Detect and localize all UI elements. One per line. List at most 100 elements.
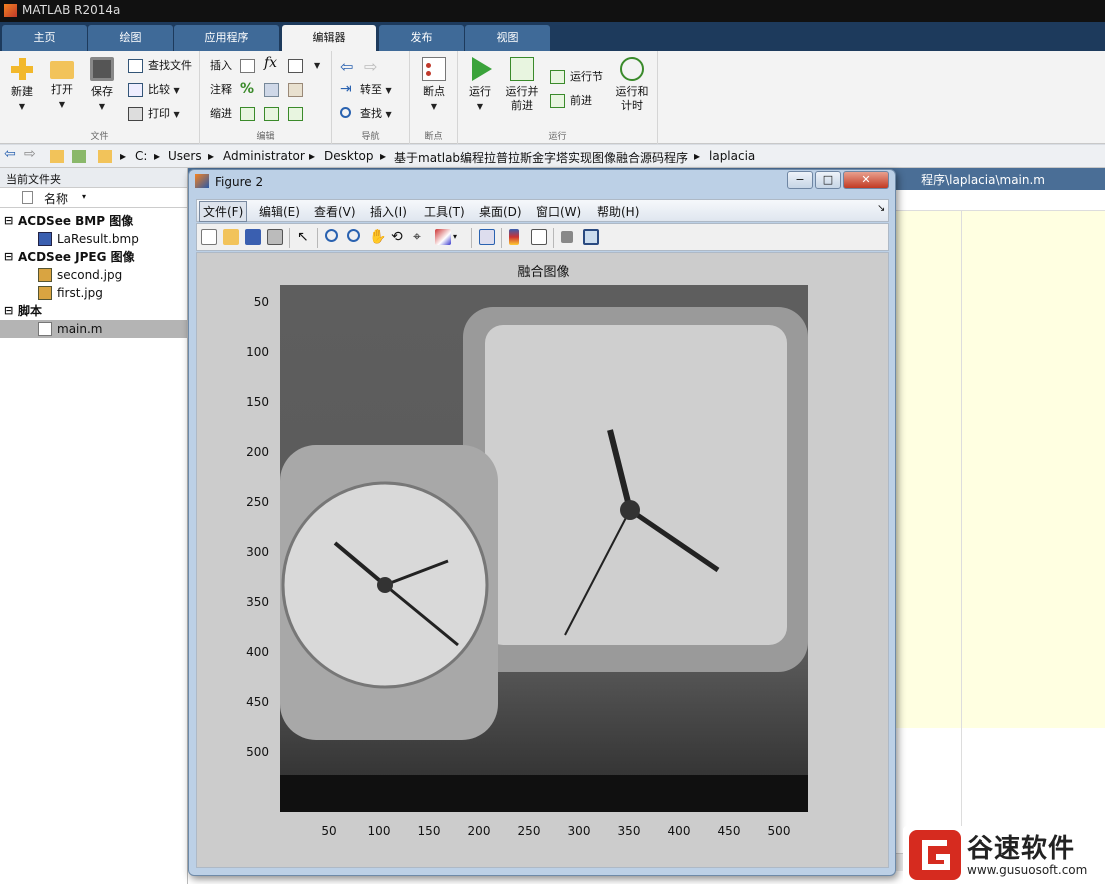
tab-apps[interactable]: 应用程序 <box>174 25 279 51</box>
link-plot-icon[interactable] <box>479 229 495 245</box>
group-jpeg[interactable]: ⊟ ACDSee JPEG 图像 <box>0 248 187 266</box>
tab-home[interactable]: 主页 <box>2 25 87 51</box>
save-button[interactable]: 保存 ▼ <box>82 57 122 114</box>
collapse-icon[interactable]: ⊟ <box>4 302 13 320</box>
path-segment[interactable]: C: <box>135 149 147 163</box>
percent-icon[interactable]: % <box>240 81 254 97</box>
legend-icon[interactable] <box>531 229 547 245</box>
data-cursor-icon[interactable]: ⌖ <box>413 229 429 245</box>
hide-plot-tools-icon[interactable] <box>561 231 573 243</box>
group-scripts[interactable]: ⊟ 脚本 <box>0 302 187 320</box>
group-bmp[interactable]: ⊟ ACDSee BMP 图像 <box>0 212 187 230</box>
function-icon[interactable] <box>288 59 303 73</box>
open-file-icon[interactable] <box>223 229 239 245</box>
menu-file[interactable]: 文件(F) <box>199 201 248 222</box>
tab-view[interactable]: 视图 <box>465 25 550 51</box>
show-plot-tools-icon[interactable] <box>583 229 599 245</box>
wrap-comment-icon[interactable] <box>288 83 303 97</box>
sort-chevron-icon: ▾ <box>82 192 87 201</box>
menu-view[interactable]: 查看(V) <box>314 203 356 220</box>
find-files-button[interactable]: 查找文件 <box>128 56 192 76</box>
increase-indent-icon[interactable] <box>264 107 279 121</box>
menu-desktop[interactable]: 桌面(D) <box>479 203 522 220</box>
menu-help[interactable]: 帮助(H) <box>597 203 639 220</box>
edit-group-label: 编辑 <box>256 132 275 142</box>
zoom-in-icon[interactable] <box>325 229 338 242</box>
indent-button[interactable]: 缩进 <box>210 104 232 124</box>
watermark-url: www.gusuosoft.com <box>967 863 1088 877</box>
tab-publish[interactable]: 发布 <box>379 25 464 51</box>
close-button[interactable]: ✕ <box>843 171 889 189</box>
open-button[interactable]: 打开 ▼ <box>42 57 82 112</box>
smart-indent-icon[interactable] <box>240 107 255 121</box>
run-button[interactable]: 运行 ▼ <box>460 57 500 114</box>
minimize-button[interactable]: − <box>787 171 813 189</box>
pointer-icon[interactable]: ↖ <box>297 229 313 245</box>
print-button[interactable]: 打印 ▼ <box>128 104 180 124</box>
app-title: MATLAB R2014a <box>22 3 121 17</box>
name-column-header[interactable]: 名称 ▾ <box>0 188 187 208</box>
comment-button[interactable]: 注释 <box>210 80 232 100</box>
y-tick-label: 450 <box>246 695 269 709</box>
insert-button[interactable]: 插入 <box>210 56 232 76</box>
tab-plots[interactable]: 绘图 <box>88 25 173 51</box>
path-segment[interactable]: Desktop <box>324 149 374 163</box>
file-item[interactable]: LaResult.bmp <box>0 230 187 248</box>
maximize-button[interactable]: □ <box>815 171 841 189</box>
menu-window[interactable]: 窗口(W) <box>536 203 581 220</box>
breakpoints-button[interactable]: 断点 ▼ <box>414 57 454 114</box>
insert-section-icon[interactable] <box>240 59 255 73</box>
run-group-label: 运行 <box>548 132 567 142</box>
brush-icon[interactable] <box>435 229 451 245</box>
run-and-time-button[interactable]: 运行和 计时 <box>610 57 654 113</box>
pan-hand-icon[interactable]: ✋ <box>369 229 386 245</box>
zoom-out-icon[interactable] <box>347 229 360 242</box>
path-segment[interactable]: 基于matlab编程拉普拉斯金字塔实现图像融合源码程序 <box>394 149 688 166</box>
x-tick-label: 150 <box>417 824 441 838</box>
decrease-indent-icon[interactable] <box>288 107 303 121</box>
path-segment[interactable]: Administrator <box>223 149 305 163</box>
browse-folder-icon[interactable] <box>72 150 86 163</box>
x-tick-label: 50 <box>321 824 337 838</box>
image-axes[interactable] <box>280 285 808 812</box>
breakpoints-group: 断点 ▼ 断点 <box>410 51 458 144</box>
collapse-icon[interactable]: ⊟ <box>4 248 13 266</box>
run-advance-button[interactable]: 运行并 前进 <box>500 57 544 113</box>
fx-icon[interactable]: fx <box>264 55 277 71</box>
dock-arrow-icon[interactable]: ↘ <box>877 203 885 214</box>
current-folder-panel: 当前文件夹 名称 ▾ ⊟ ACDSee BMP 图像 LaResult.bmp ⊟… <box>0 168 188 884</box>
run-section-button[interactable]: 运行节 <box>550 67 603 87</box>
forward-arrow-icon[interactable]: ⇨ <box>364 57 377 76</box>
brush-dropdown-icon[interactable]: ▾ <box>453 229 461 245</box>
fused-image-placeholder <box>280 285 808 812</box>
uncomment-icon[interactable] <box>264 83 279 97</box>
insert-dropdown-icon[interactable]: ▼ <box>314 61 320 70</box>
figure-window: Figure 2 − □ ✕ 文件(F) 编辑(E) 查看(V) 插入(I) 工… <box>188 169 896 876</box>
file-item[interactable]: first.jpg <box>0 284 187 302</box>
file-item[interactable]: second.jpg <box>0 266 187 284</box>
compare-button[interactable]: 比较 ▼ <box>128 80 180 100</box>
matlab-logo-icon <box>4 4 17 17</box>
new-figure-icon[interactable] <box>201 229 217 245</box>
back-arrow-icon[interactable]: ⇦ <box>340 57 353 76</box>
path-segment[interactable]: laplacia <box>709 149 755 163</box>
rotate-3d-icon[interactable]: ⟲ <box>391 229 407 245</box>
up-folder-icon[interactable] <box>50 150 64 163</box>
advance-button[interactable]: 前进 <box>550 91 592 111</box>
back-nav-icon[interactable]: ⇦ <box>4 146 16 162</box>
collapse-icon[interactable]: ⊟ <box>4 212 13 230</box>
new-button[interactable]: 新建 ▼ <box>2 57 42 114</box>
goto-button[interactable]: ⇥ 转至 ▼ <box>340 80 392 100</box>
edit-group: 插入 fx ▼ 注释 % 缩进 编辑 <box>200 51 332 144</box>
file-item-selected[interactable]: main.m <box>0 320 187 338</box>
path-segment[interactable]: Users <box>168 149 202 163</box>
menu-tools[interactable]: 工具(T) <box>424 203 465 220</box>
forward-nav-icon[interactable]: ⇨ <box>24 146 36 162</box>
menu-edit[interactable]: 编辑(E) <box>259 203 300 220</box>
save-figure-icon[interactable] <box>245 229 261 245</box>
colorbar-icon[interactable] <box>509 229 519 245</box>
find-button[interactable]: 查找 ▼ <box>340 104 392 124</box>
print-figure-icon[interactable] <box>267 229 283 245</box>
tab-editor[interactable]: 编辑器 <box>282 25 376 51</box>
menu-insert[interactable]: 插入(I) <box>370 203 407 220</box>
